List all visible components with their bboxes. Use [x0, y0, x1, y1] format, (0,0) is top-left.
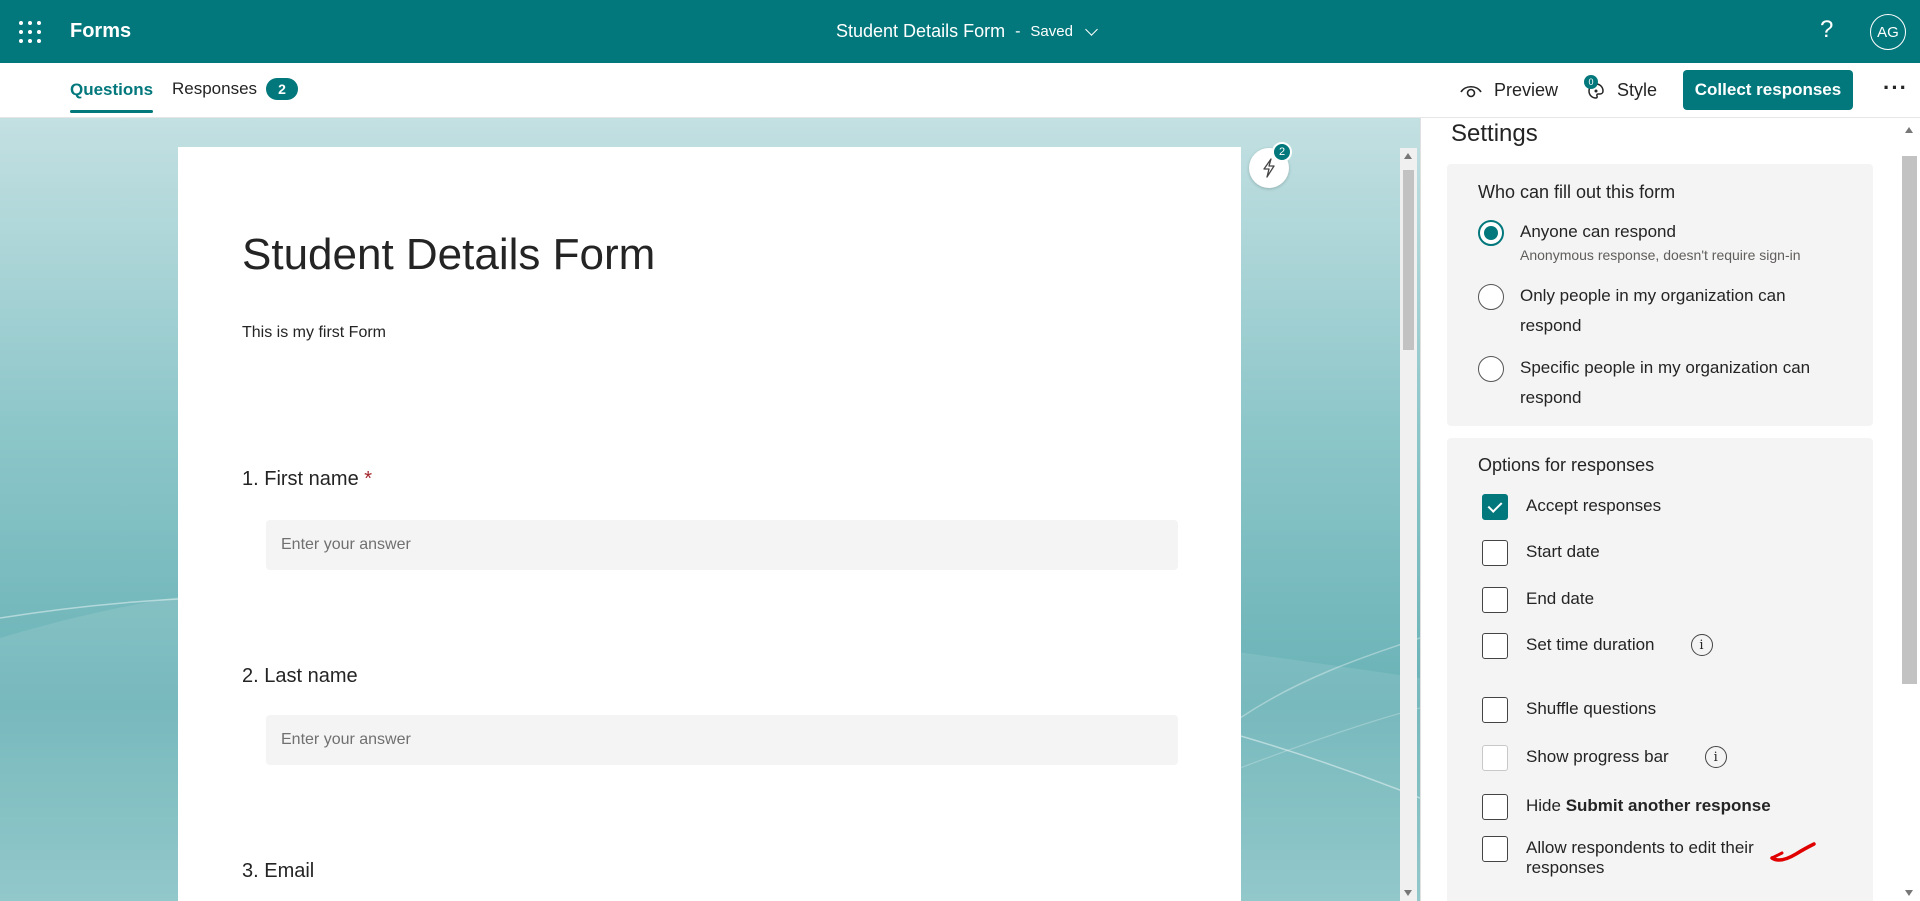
scroll-down-arrow-icon[interactable]	[1404, 890, 1412, 896]
checkbox-label: Set time duration	[1526, 635, 1655, 654]
radio-button[interactable]	[1478, 284, 1504, 310]
insights-badge: 2	[1272, 142, 1292, 162]
preview-button[interactable]: Preview	[1460, 80, 1558, 101]
question-email[interactable]: 3. Email	[242, 860, 314, 883]
more-options-button[interactable]: ···	[1883, 75, 1908, 101]
radio-label: Only people in my organization can respo…	[1520, 286, 1786, 335]
checkbox-progress-bar[interactable]: Show progress bar i	[1482, 745, 1872, 771]
waffle-icon[interactable]	[19, 21, 41, 43]
first-name-input[interactable]: Enter your answer	[266, 520, 1178, 570]
radio-button[interactable]	[1478, 356, 1504, 382]
section-heading: Options for responses	[1478, 455, 1655, 475]
lightning-icon	[1263, 158, 1275, 178]
checkbox[interactable]	[1482, 587, 1508, 613]
section-heading: Who can fill out this form	[1478, 182, 1676, 202]
checkbox-label: End date	[1526, 589, 1595, 608]
scroll-up-arrow-icon[interactable]	[1905, 127, 1913, 133]
style-button[interactable]: 0 Style	[1584, 74, 1658, 101]
checkbox[interactable]	[1482, 745, 1508, 771]
chevron-down-icon	[1085, 22, 1098, 36]
checkbox-shuffle-questions[interactable]: Shuffle questions	[1482, 697, 1872, 723]
checkbox-label: Accept responses	[1526, 496, 1662, 515]
insights-button[interactable]: 2	[1249, 142, 1292, 188]
form-title[interactable]: Student Details Form	[242, 230, 655, 280]
red-check-annotation	[1770, 842, 1816, 862]
radio-specific-people[interactable]: Specific people in my organization can r…	[1478, 356, 1858, 413]
required-mark: *	[364, 468, 373, 490]
question-label: 3. Email	[242, 860, 315, 882]
form-card: Student Details Form This is my first Fo…	[178, 147, 1241, 901]
question-last-name[interactable]: 2. Last name	[242, 665, 358, 688]
style-label: Style	[1617, 80, 1658, 100]
radio-label: Anyone can respond	[1520, 222, 1676, 241]
radio-sublabel: Anonymous response, doesn't require sign…	[1520, 247, 1801, 263]
form-description[interactable]: This is my first Form	[242, 324, 386, 342]
checkbox-label: Start date	[1526, 542, 1600, 561]
tab-responses-label: Responses	[172, 79, 258, 98]
checkbox-label: Shuffle questions	[1526, 699, 1657, 718]
checkbox-label: Allow respondents to edit their response…	[1526, 838, 1754, 877]
preview-label: Preview	[1494, 80, 1559, 100]
scroll-down-arrow-icon[interactable]	[1905, 890, 1913, 896]
scroll-thumb[interactable]	[1403, 170, 1414, 350]
scroll-thumb[interactable]	[1902, 156, 1917, 684]
document-title-menu[interactable]: Student Details Form - Saved	[836, 21, 1098, 42]
checkbox-end-date[interactable]: End date	[1482, 587, 1872, 613]
app-name[interactable]: Forms	[70, 20, 131, 43]
checkbox-accept-responses[interactable]: Accept responses	[1482, 494, 1872, 520]
checkbox[interactable]	[1482, 697, 1508, 723]
last-name-input[interactable]: Enter your answer	[266, 715, 1178, 765]
checkbox-start-date[interactable]: Start date	[1482, 540, 1872, 566]
form-scrollbar[interactable]	[1400, 148, 1417, 901]
who-can-fill-section: Who can fill out this form Anyone can re…	[1447, 164, 1873, 426]
document-title: Student Details Form	[836, 21, 1006, 41]
checkbox[interactable]	[1482, 540, 1508, 566]
radio-label: Specific people in my organization can r…	[1520, 358, 1811, 407]
tab-questions[interactable]: Questions	[70, 80, 154, 113]
answer-placeholder: Enter your answer	[281, 536, 411, 553]
radio-organization[interactable]: Only people in my organization can respo…	[1478, 284, 1858, 341]
question-label: 2. Last name	[242, 665, 358, 687]
checkbox[interactable]	[1482, 836, 1508, 862]
checkbox-label: Hide Submit another response	[1526, 794, 1771, 816]
eye-icon	[1460, 85, 1482, 97]
help-button[interactable]: ?	[1820, 16, 1833, 44]
checkbox[interactable]	[1482, 494, 1508, 520]
collect-responses-button[interactable]: Collect responses	[1683, 70, 1853, 110]
checkbox[interactable]	[1482, 794, 1508, 820]
save-status: Saved	[1030, 23, 1073, 40]
label-bold: Submit another response	[1565, 796, 1771, 815]
checkbox-hide-submit-another[interactable]: Hide Submit another response	[1482, 794, 1872, 820]
settings-title: Settings	[1451, 120, 1538, 147]
scroll-up-arrow-icon[interactable]	[1404, 153, 1412, 159]
checkbox[interactable]	[1482, 633, 1508, 659]
avatar[interactable]: AG	[1870, 14, 1906, 50]
info-icon[interactable]: i	[1704, 746, 1727, 768]
settings-scrollbar[interactable]	[1899, 118, 1920, 901]
label-prefix: Hide	[1526, 796, 1566, 815]
title-separator: -	[1015, 22, 1021, 40]
radio-anyone[interactable]: Anyone can respond Anonymous response, d…	[1478, 220, 1858, 263]
style-badge: 0	[1584, 74, 1598, 89]
checkbox-time-duration[interactable]: Set time duration i	[1482, 633, 1872, 659]
info-icon[interactable]: i	[1690, 634, 1713, 656]
question-first-name[interactable]: 1. First name *	[242, 468, 372, 491]
command-bar: Questions Responses 2 Preview 0 Style Co…	[0, 63, 1920, 118]
top-bar: Forms Student Details Form - Saved ? AG	[0, 0, 1920, 63]
question-label: 1. First name	[242, 468, 359, 490]
checkbox-label: Show progress bar	[1526, 747, 1669, 766]
responses-count-badge: 2	[266, 78, 299, 100]
answer-placeholder: Enter your answer	[281, 731, 411, 748]
tab-responses[interactable]: Responses 2	[172, 78, 299, 100]
options-section: Options for responses Accept responses S…	[1447, 438, 1873, 901]
radio-button[interactable]	[1478, 220, 1504, 246]
palette-icon: 0	[1584, 74, 1605, 100]
settings-panel: Settings Who can fill out this form Anyo…	[1420, 118, 1900, 901]
